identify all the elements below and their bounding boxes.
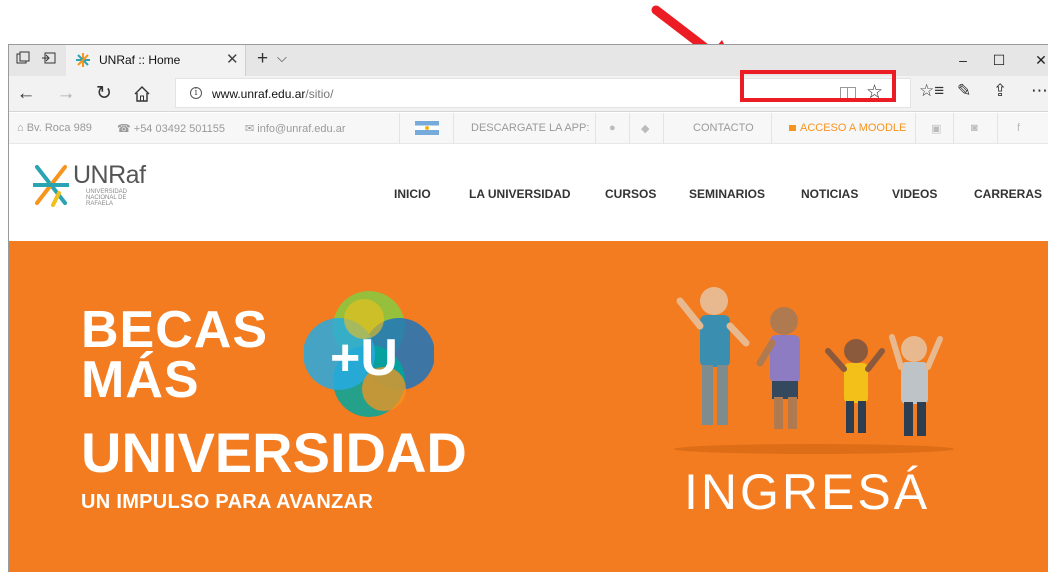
website: ⌂ Bv. Roca 989 ☎ +54 03492 501155 ✉ info…	[9, 113, 1048, 572]
mas-u-badge-icon: +U	[304, 291, 434, 417]
url-text[interactable]: www.unraf.edu.ar/sitio/	[212, 87, 333, 101]
refresh-icon[interactable]: ↻	[91, 82, 117, 106]
close-window-icon[interactable]: ✕	[1027, 49, 1048, 71]
address-item: ⌂ Bv. Roca 989	[17, 122, 92, 134]
hero-line-becas: BECAS	[81, 301, 269, 359]
screenshot: UNRaf :: Home ✕ + ⌵ – ☐ ✕ ← → ↻ i www.un…	[0, 0, 1048, 572]
email-item[interactable]: ✉ info@unraf.edu.ar	[245, 122, 346, 135]
share-icon[interactable]: ⇪	[993, 81, 1007, 101]
minimize-icon[interactable]: –	[949, 49, 977, 71]
chevron-down-icon[interactable]: ⌵	[277, 50, 287, 66]
nav-videos[interactable]: VIDEOS	[892, 187, 937, 201]
tab-unraf-home[interactable]: UNRaf :: Home ✕	[66, 45, 246, 76]
home-icon[interactable]	[129, 82, 155, 106]
site-header: UNRaf UNIVERSIDAD NACIONAL DE RAFAELA IN…	[9, 145, 1048, 241]
site-info-icon[interactable]: i	[190, 87, 202, 99]
logo-subtitle: UNIVERSIDAD NACIONAL DE RAFAELA	[86, 189, 128, 207]
instagram-icon[interactable]: ◙	[971, 122, 978, 134]
youtube-icon[interactable]: ▣	[931, 122, 941, 135]
svg-text:+U: +U	[330, 329, 398, 387]
tab-title: UNRaf :: Home	[99, 53, 181, 67]
hero-tagline: UN IMPULSO PARA AVANZAR	[81, 491, 374, 513]
ingresa-button[interactable]: INGRESÁ	[684, 463, 930, 521]
more-menu-icon[interactable]: ⋯	[1031, 81, 1048, 101]
new-tab-icon[interactable]: +	[257, 48, 268, 70]
tab-preview-icon[interactable]	[15, 51, 31, 67]
nav-la-universidad[interactable]: LA UNIVERSIDAD	[469, 187, 571, 201]
tab-close-icon[interactable]: ✕	[226, 50, 239, 68]
set-tabs-aside-icon[interactable]	[41, 51, 57, 67]
app-download-label: DESCARGATE LA APP:	[471, 122, 590, 134]
nav-noticias[interactable]: NOTICIAS	[801, 187, 858, 201]
logo-name[interactable]: UNRaf	[73, 161, 146, 190]
annotation-highlight-box	[740, 70, 896, 102]
nav-cursos[interactable]: CURSOS	[605, 187, 656, 201]
hero-banner[interactable]: BECAS MÁS UNIVERSIDAD UN IMPULSO PARA AV…	[9, 241, 1048, 572]
contact-strip: ⌂ Bv. Roca 989 ☎ +54 03492 501155 ✉ info…	[9, 113, 1048, 144]
nav-inicio[interactable]: INICIO	[394, 187, 431, 201]
favorites-hub-icon[interactable]: ☆≡	[919, 81, 944, 101]
argentina-flag-icon	[415, 121, 439, 135]
browser-window: UNRaf :: Home ✕ + ⌵ – ☐ ✕ ← → ↻ i www.un…	[8, 44, 1048, 572]
contact-link[interactable]: CONTACTO	[693, 122, 754, 134]
forward-arrow-icon[interactable]: →	[53, 82, 79, 106]
moodle-link[interactable]: ACCESO A MOODLE	[789, 122, 906, 134]
unraf-favicon-icon	[76, 53, 90, 67]
maximize-icon[interactable]: ☐	[985, 49, 1013, 71]
apple-icon[interactable]: ●	[609, 122, 616, 134]
phone-item: ☎ +54 03492 501155	[117, 123, 226, 135]
nav-seminarios[interactable]: SEMINARIOS	[689, 187, 765, 201]
hero-line-mas: MÁS	[81, 351, 200, 409]
hero-line-universidad: UNIVERSIDAD	[81, 421, 467, 484]
facebook-icon[interactable]: f	[1017, 122, 1020, 134]
android-icon[interactable]: ◆	[641, 122, 649, 135]
unraf-logo-icon[interactable]	[33, 163, 69, 207]
lock-icon	[789, 125, 796, 131]
nav-carreras[interactable]: CARRERAS	[974, 187, 1042, 201]
back-arrow-icon[interactable]: ←	[13, 82, 39, 106]
web-note-pen-icon[interactable]: ✎	[957, 81, 971, 101]
students-illustration	[674, 287, 954, 454]
